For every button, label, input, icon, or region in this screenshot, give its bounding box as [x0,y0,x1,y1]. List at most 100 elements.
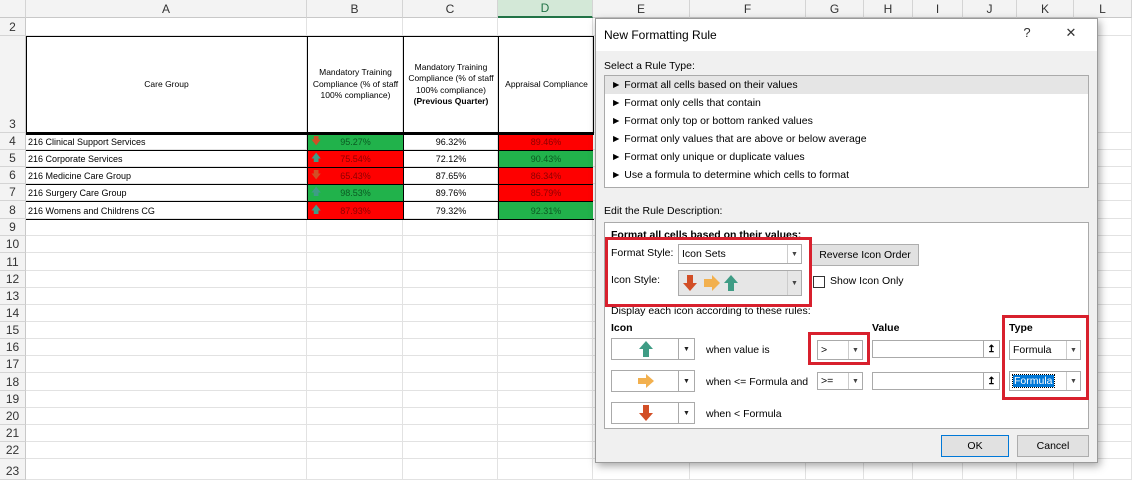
chevron-down-icon: ▼ [848,373,862,389]
row-header-4[interactable]: 4 [0,133,26,150]
cell-text: 98.53% [340,188,371,198]
reverse-icon-order-button[interactable]: Reverse Icon Order [811,244,919,266]
cell-text: 90.43% [530,154,562,164]
row-header-18[interactable]: 18 [0,373,26,391]
row-header-10[interactable]: 10 [0,236,26,253]
row-header-12[interactable]: 12 [0,271,26,288]
appraisal-compliance-cell[interactable]: 85.79% [499,184,593,201]
rule2-value-input[interactable]: ↥ [872,372,1000,390]
edit-description-label: Edit the Rule Description: [604,205,723,217]
care-group-cell[interactable]: 216 Clinical Support Services [26,133,307,150]
column-header-i[interactable]: I [913,0,963,18]
mandatory-compliance-cell[interactable]: 98.53% 🡅 [308,184,403,201]
ok-button[interactable]: OK [941,435,1009,457]
cancel-button[interactable]: Cancel [1017,435,1089,457]
row-header-11[interactable]: 11 [0,253,26,271]
previous-quarter-cell[interactable]: 89.76% [404,184,498,201]
column-header-l[interactable]: L [1074,0,1132,18]
row-header-5[interactable]: 5 [0,150,26,167]
new-formatting-rule-dialog: New Formatting Rule ? ✕ Select a Rule Ty… [595,18,1098,463]
column-header-h[interactable]: H [864,0,913,18]
row-header-22[interactable]: 22 [0,442,26,459]
value-column-header: Value [872,322,900,334]
cell-text: 85.79% [530,188,562,198]
rule-type-item-formula[interactable]: ► Use a formula to determine which cells… [605,166,1088,184]
rule-type-item-top-bottom[interactable]: ► Format only top or bottom ranked value… [605,112,1088,130]
rule2-operator-select[interactable]: >= ▼ [817,372,863,390]
column-header-k[interactable]: K [1017,0,1074,18]
mandatory-compliance-cell[interactable]: 95.27% 🡇 [308,133,403,150]
rule-type-item-all-cells[interactable]: ► Format all cells based on their values [605,76,1088,94]
row-header-2[interactable]: 2 [0,18,26,36]
column-header-e[interactable]: E [593,0,690,18]
row-header-9[interactable]: 9 [0,219,26,236]
rule3-condition: when < Formula [706,408,782,420]
highlight-box-type [1002,315,1089,400]
rule2-icon-select[interactable]: ▼ [611,370,695,392]
row-header-19[interactable]: 19 [0,391,26,408]
rule3-icon-select[interactable]: ▼ [611,402,695,424]
appraisal-compliance-cell[interactable]: 92.31% [499,201,593,219]
cell-text: 65.43% [340,171,371,181]
rule1-value-input[interactable]: ↥ [872,340,1000,358]
row-header-23[interactable]: 23 [0,459,26,480]
previous-quarter-cell[interactable]: 79.32% [404,201,498,219]
row-header-16[interactable]: 16 [0,339,26,356]
row-header-14[interactable]: 14 [0,305,26,322]
row-header-6[interactable]: 6 [0,167,26,184]
rule-type-item-unique-duplicate[interactable]: ► Format only unique or duplicate values [605,148,1088,166]
cell-text: 89.76% [435,188,467,198]
previous-quarter-cell[interactable]: 87.65% [404,167,498,184]
column-header-g[interactable]: G [806,0,864,18]
appraisal-compliance-cell[interactable]: 86.34% [499,167,593,184]
show-icon-only-label: Show Icon Only [830,275,904,287]
care-group-cell[interactable]: 216 Corporate Services [26,150,307,167]
care-group-cell[interactable]: 216 Surgery Care Group [26,184,307,201]
column-header-f[interactable]: F [690,0,806,18]
column-header-d[interactable]: D [498,0,593,18]
dialog-title: New Formatting Rule [604,28,717,42]
select-rule-type-label: Select a Rule Type: [604,60,695,72]
column-header-b[interactable]: B [307,0,403,18]
close-button[interactable]: ✕ [1059,25,1083,41]
cell-text: 216 Corporate Services [28,154,123,164]
column-header-a[interactable]: A [26,0,307,18]
row-header-7[interactable]: 7 [0,184,26,201]
arrow-up-icon: 🡅 [311,187,322,198]
cell-text: 79.32% [435,205,467,216]
up-arrow-green-icon [639,341,653,357]
range-select-icon[interactable]: ↥ [983,341,999,357]
select-all-corner[interactable] [0,0,26,18]
row-header-20[interactable]: 20 [0,408,26,425]
row-header-15[interactable]: 15 [0,322,26,339]
row-header-8[interactable]: 8 [0,201,26,219]
cell-text: 95.27% [340,136,371,147]
care-group-cell[interactable]: 216 Medicine Care Group [26,167,307,184]
rule-type-item-cells-contain[interactable]: ► Format only cells that contain [605,94,1088,112]
mandatory-compliance-cell[interactable]: 75.54% 🡅 [308,150,403,167]
previous-quarter-cell[interactable]: 96.32% [404,133,498,150]
column-header-j[interactable]: J [963,0,1017,18]
mandatory-compliance-cell[interactable]: 87.93% 🡅 [308,201,403,219]
chevron-down-icon: ▼ [678,371,694,391]
column-header-c[interactable]: C [403,0,498,18]
care-group-cell[interactable]: 216 Womens and Childrens CG [26,201,307,219]
rule-type-item-above-below[interactable]: ► Format only values that are above or b… [605,130,1088,148]
appraisal-compliance-cell[interactable]: 89.46% [499,133,593,150]
highlight-box-operator [808,332,870,365]
row-header-13[interactable]: 13 [0,288,26,305]
row-header-17[interactable]: 17 [0,356,26,373]
cell-text: 92.31% [530,205,562,216]
show-icon-only-checkbox[interactable] [813,276,825,288]
appraisal-compliance-cell[interactable]: 90.43% [499,150,593,167]
previous-quarter-cell[interactable]: 72.12% [404,150,498,167]
row-header-3[interactable]: 3 [0,36,26,133]
range-select-icon[interactable]: ↥ [983,373,999,389]
rule-type-list[interactable]: ► Format all cells based on their values… [604,75,1089,188]
row-header-21[interactable]: 21 [0,425,26,442]
cell-text: 89.46% [530,136,562,147]
help-button[interactable]: ? [1015,25,1039,40]
mandatory-compliance-cell[interactable]: 65.43% 🡇 [308,167,403,184]
arrow-up-icon: 🡅 [311,153,322,164]
rule1-icon-select[interactable]: ▼ [611,338,695,360]
